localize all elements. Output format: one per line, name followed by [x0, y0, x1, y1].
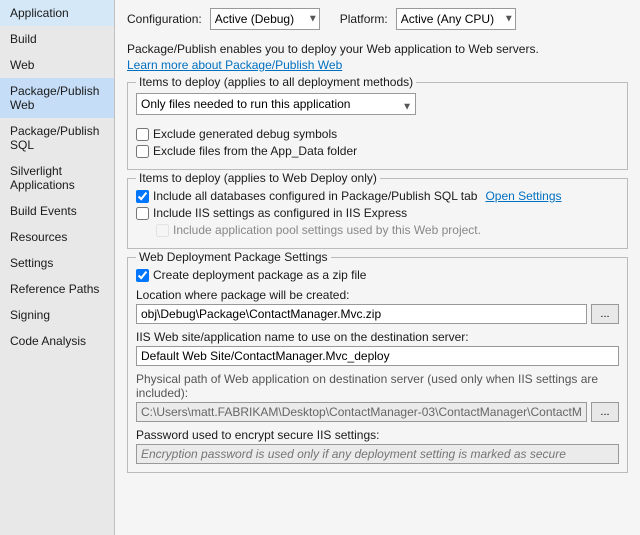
iis-label: IIS Web site/application name to use on … — [136, 330, 619, 344]
items-web-deploy-title: Items to deploy (applies to Web Deploy o… — [136, 171, 380, 185]
exclude-app-data-row: Exclude files from the App_Data folder — [136, 144, 619, 158]
include-app-pool-checkbox[interactable] — [156, 224, 169, 237]
password-input-row — [136, 444, 619, 464]
exclude-debug-label: Exclude generated debug symbols — [153, 127, 337, 141]
sidebar: ApplicationBuildWebPackage/Publish WebPa… — [0, 0, 115, 535]
sidebar-item-build-events[interactable]: Build Events — [0, 198, 114, 224]
location-input-row: ... — [136, 304, 619, 324]
web-deployment-title: Web Deployment Package Settings — [136, 250, 331, 264]
location-input[interactable] — [136, 304, 587, 324]
sidebar-item-build[interactable]: Build — [0, 26, 114, 52]
physical-browse-button[interactable]: ... — [591, 402, 619, 422]
configuration-label: Configuration: — [127, 12, 202, 26]
exclude-app-data-checkbox[interactable] — [136, 145, 149, 158]
platform-dropdown[interactable]: Active (Any CPU) — [396, 8, 516, 30]
password-label: Password used to encrypt secure IIS sett… — [136, 428, 619, 442]
items-web-deploy-content: Include all databases configured in Pack… — [136, 189, 619, 237]
platform-label: Platform: — [340, 12, 388, 26]
include-iis-row: Include IIS settings as configured in II… — [136, 206, 619, 220]
include-databases-row: Include all databases configured in Pack… — [136, 189, 619, 203]
create-package-row: Create deployment package as a zip file — [136, 268, 619, 282]
configuration-dropdown-wrapper: Active (Debug) ▼ — [210, 8, 320, 30]
deploy-files-dropdown[interactable]: Only files needed to run this applicatio… — [136, 93, 416, 115]
sidebar-item-application[interactable]: Application — [0, 0, 114, 26]
include-app-pool-label: Include application pool settings used b… — [173, 223, 481, 237]
create-package-checkbox[interactable] — [136, 269, 149, 282]
sidebar-item-package-publish-sql[interactable]: Package/Publish SQL — [0, 118, 114, 158]
sidebar-item-web[interactable]: Web — [0, 52, 114, 78]
sidebar-item-code-analysis[interactable]: Code Analysis — [0, 328, 114, 354]
exclude-debug-row: Exclude generated debug symbols — [136, 127, 619, 141]
include-iis-label: Include IIS settings as configured in II… — [153, 206, 407, 220]
deploy-dropdown-wrapper: Only files needed to run this applicatio… — [136, 93, 416, 121]
sidebar-item-settings[interactable]: Settings — [0, 250, 114, 276]
web-deployment-content: Create deployment package as a zip file … — [136, 268, 619, 464]
create-package-label: Create deployment package as a zip file — [153, 268, 366, 282]
deploy-dropdown-row: Only files needed to run this applicatio… — [136, 93, 619, 121]
password-input[interactable] — [136, 444, 619, 464]
items-all-methods-group: Items to deploy (applies to all deployme… — [127, 82, 628, 170]
iis-input[interactable] — [136, 346, 619, 366]
items-web-deploy-group: Items to deploy (applies to Web Deploy o… — [127, 178, 628, 249]
location-label: Location where package will be created: — [136, 288, 619, 302]
sidebar-item-silverlight-applications[interactable]: Silverlight Applications — [0, 158, 114, 198]
description-text: Package/Publish enables you to deploy yo… — [127, 42, 628, 56]
include-databases-checkbox[interactable] — [136, 190, 149, 203]
platform-dropdown-wrapper: Active (Any CPU) ▼ — [396, 8, 516, 30]
sidebar-item-reference-paths[interactable]: Reference Paths — [0, 276, 114, 302]
learn-more-link[interactable]: Learn more about Package/Publish Web — [127, 58, 342, 72]
iis-input-row — [136, 346, 619, 366]
configuration-dropdown[interactable]: Active (Debug) — [210, 8, 320, 30]
location-browse-button[interactable]: ... — [591, 304, 619, 324]
sidebar-item-package-publish-web[interactable]: Package/Publish Web — [0, 78, 114, 118]
include-iis-checkbox[interactable] — [136, 207, 149, 220]
sidebar-item-signing[interactable]: Signing — [0, 302, 114, 328]
include-databases-label: Include all databases configured in Pack… — [153, 189, 477, 203]
top-bar: Configuration: Active (Debug) ▼ Platform… — [127, 8, 628, 30]
description-section: Package/Publish enables you to deploy yo… — [127, 42, 628, 72]
physical-label: Physical path of Web application on dest… — [136, 372, 619, 400]
include-app-pool-row: Include application pool settings used b… — [156, 223, 619, 237]
items-all-methods-title: Items to deploy (applies to all deployme… — [136, 75, 416, 89]
exclude-debug-checkbox[interactable] — [136, 128, 149, 141]
open-settings-link[interactable]: Open Settings — [485, 189, 561, 203]
items-all-methods-content: Only files needed to run this applicatio… — [136, 93, 619, 158]
exclude-app-data-label: Exclude files from the App_Data folder — [153, 144, 357, 158]
physical-input[interactable] — [136, 402, 587, 422]
web-deployment-group: Web Deployment Package Settings Create d… — [127, 257, 628, 473]
main-content: Configuration: Active (Debug) ▼ Platform… — [115, 0, 640, 535]
sidebar-item-resources[interactable]: Resources — [0, 224, 114, 250]
physical-input-row: ... — [136, 402, 619, 422]
